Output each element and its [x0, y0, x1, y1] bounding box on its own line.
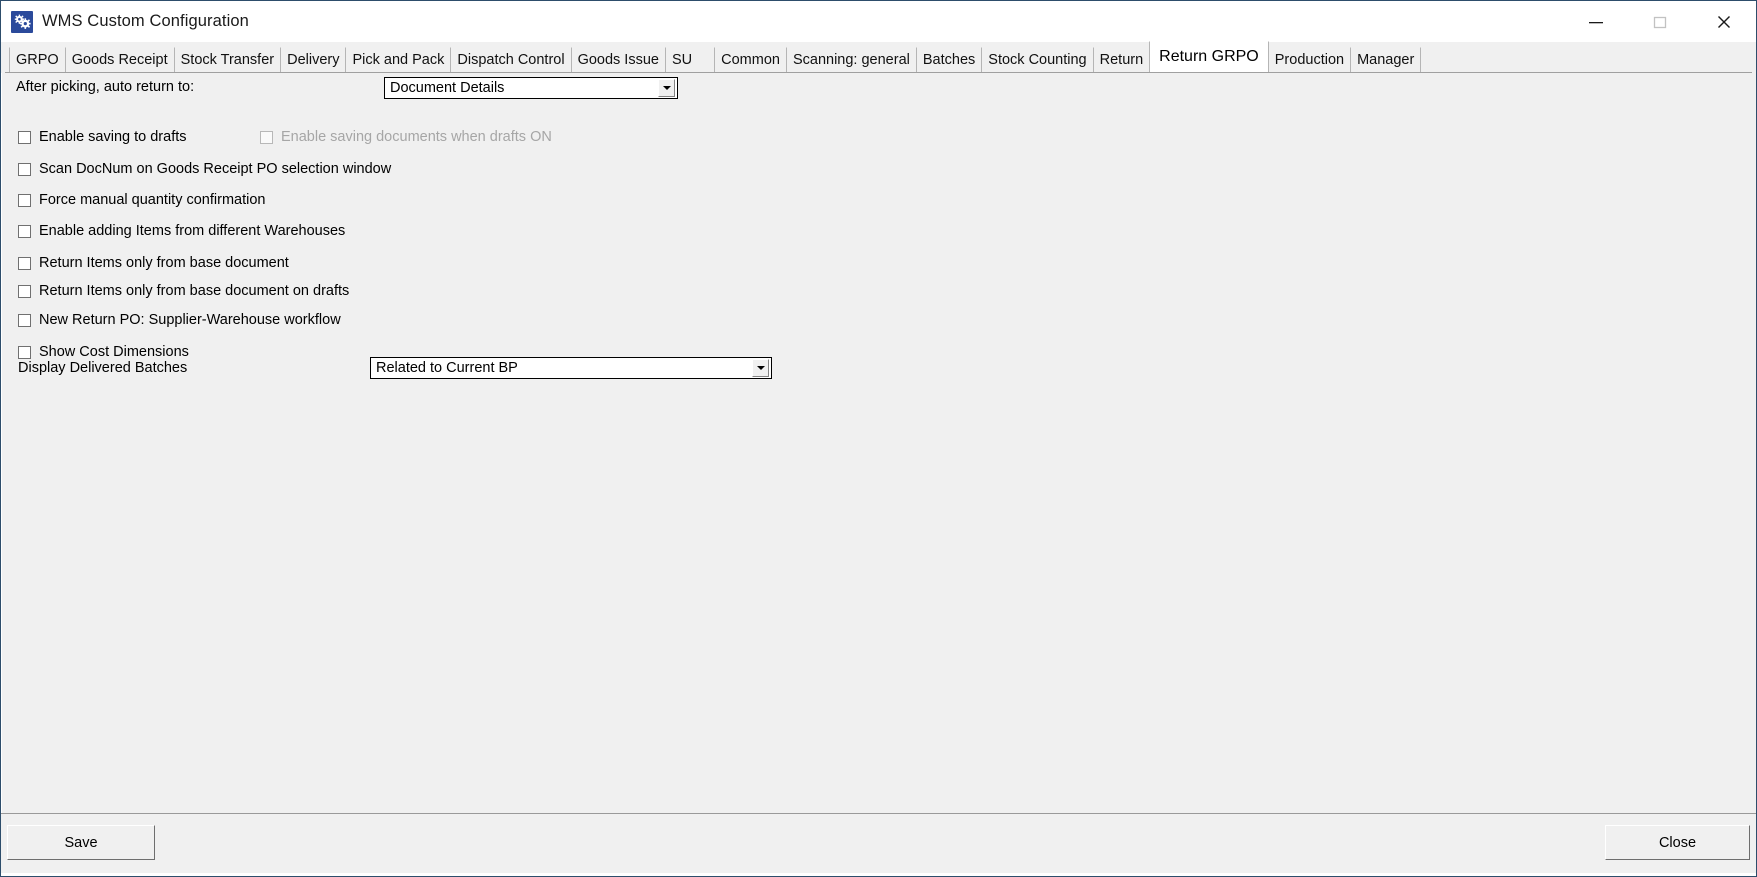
auto-return-value: Document Details	[390, 80, 505, 96]
tab-stock-counting[interactable]: Stock Counting	[981, 47, 1094, 72]
checkbox-input[interactable]	[18, 130, 31, 144]
tab-su[interactable]: SU	[664, 47, 716, 72]
checkbox-label: Enable saving documents when drafts ON	[281, 129, 552, 145]
checkbox-label: Enable saving to drafts	[39, 129, 187, 145]
checkbox-input[interactable]	[18, 284, 31, 298]
checkbox-input[interactable]	[18, 162, 31, 176]
checkbox-input[interactable]	[18, 256, 31, 270]
save-button[interactable]: Save	[7, 825, 155, 860]
checkbox-label: Return Items only from base document	[39, 255, 289, 271]
checkbox-label: New Return PO: Supplier-Warehouse workfl…	[39, 312, 341, 328]
tab-manager[interactable]: Manager	[1350, 47, 1422, 72]
checkbox-row[interactable]: Force manual quantity confirmation	[18, 192, 265, 208]
tab-dispatch-control[interactable]: Dispatch Control	[450, 47, 572, 72]
tab-return[interactable]: Return	[1092, 47, 1151, 72]
footer-edge	[1, 873, 1756, 876]
tab-production[interactable]: Production	[1267, 47, 1352, 72]
checkbox-input[interactable]	[18, 345, 31, 359]
checkbox-input	[260, 130, 273, 144]
checkbox-input[interactable]	[18, 193, 31, 207]
tab-stock-transfer[interactable]: Stock Transfer	[173, 47, 282, 72]
checkbox-label: Return Items only from base document on …	[39, 283, 350, 299]
chevron-down-icon[interactable]	[658, 79, 675, 97]
tab-goods-receipt[interactable]: Goods Receipt	[64, 47, 175, 72]
checkbox-row[interactable]: Enable adding Items from different Wareh…	[18, 223, 345, 239]
delivered-batches-value: Related to Current BP	[376, 360, 518, 376]
tab-strip: GRPO Goods Receipt Stock Transfer Delivery P…	[5, 41, 1752, 73]
delivered-batches-label: Display Delivered Batches	[18, 360, 188, 376]
chevron-down-icon[interactable]	[752, 359, 769, 377]
delivered-batches-combobox[interactable]: Related to Current BP	[370, 357, 772, 379]
tab-delivery[interactable]: Delivery	[280, 47, 347, 72]
gears-icon	[11, 10, 33, 33]
tab-scanning-general[interactable]: Scanning: general	[785, 47, 917, 72]
window-controls	[1564, 1, 1756, 42]
auto-return-row: After picking, auto return to: Document …	[16, 77, 696, 99]
checkbox-row[interactable]: Return Items only from base document on …	[18, 283, 349, 299]
auto-return-combobox[interactable]: Document Details	[384, 77, 678, 99]
footer-bar: Save Close	[1, 813, 1756, 876]
auto-return-label: After picking, auto return to:	[16, 79, 195, 95]
close-button[interactable]	[1692, 1, 1756, 42]
checkbox-input[interactable]	[18, 224, 31, 238]
minimize-button[interactable]	[1564, 1, 1628, 42]
minimize-icon	[1589, 21, 1603, 23]
tab-goods-issue[interactable]: Goods Issue	[570, 47, 666, 72]
checkbox-row[interactable]: New Return PO: Supplier-Warehouse workfl…	[18, 312, 341, 328]
checkbox-input[interactable]	[18, 313, 31, 327]
checkbox-label: Enable adding Items from different Wareh…	[39, 223, 346, 239]
maximize-button[interactable]	[1628, 1, 1692, 42]
wms-configuration-window: WMS Custom Configuration GRPO Goods Rece…	[0, 0, 1757, 877]
tab-strip-wrapper: GRPO Goods Receipt Stock Transfer Delivery P…	[1, 41, 1756, 73]
checkbox-label: Force manual quantity confirmation	[39, 192, 266, 208]
maximize-icon	[1653, 16, 1667, 28]
tab-batches[interactable]: Batches	[915, 47, 983, 72]
title-bar: WMS Custom Configuration	[1, 1, 1756, 42]
close-dialog-button[interactable]: Close	[1605, 825, 1750, 860]
tab-return-grpo[interactable]: Return GRPO	[1149, 41, 1269, 72]
tab-grpo[interactable]: GRPO	[9, 47, 66, 72]
delivered-batches-row: Display Delivered Batches Related to Cur…	[18, 357, 778, 379]
checkbox-label: Scan DocNum on Goods Receipt PO selectio…	[39, 161, 392, 177]
tab-panel-return-grpo: After picking, auto return to: Document …	[1, 73, 1756, 813]
checkbox-row: Enable saving documents when drafts ON	[260, 129, 552, 145]
checkbox-row[interactable]: Show Cost Dimensions	[18, 344, 189, 360]
checkbox-row[interactable]: Enable saving to drafts	[18, 129, 187, 145]
checkbox-row[interactable]: Return Items only from base document	[18, 255, 289, 271]
tab-pick-and-pack[interactable]: Pick and Pack	[345, 47, 452, 72]
tab-common[interactable]: Common	[714, 47, 787, 72]
checkbox-row[interactable]: Scan DocNum on Goods Receipt PO selectio…	[18, 161, 391, 177]
window-title: WMS Custom Configuration	[42, 12, 249, 30]
close-icon	[1718, 15, 1730, 28]
checkbox-label: Show Cost Dimensions	[39, 344, 189, 360]
